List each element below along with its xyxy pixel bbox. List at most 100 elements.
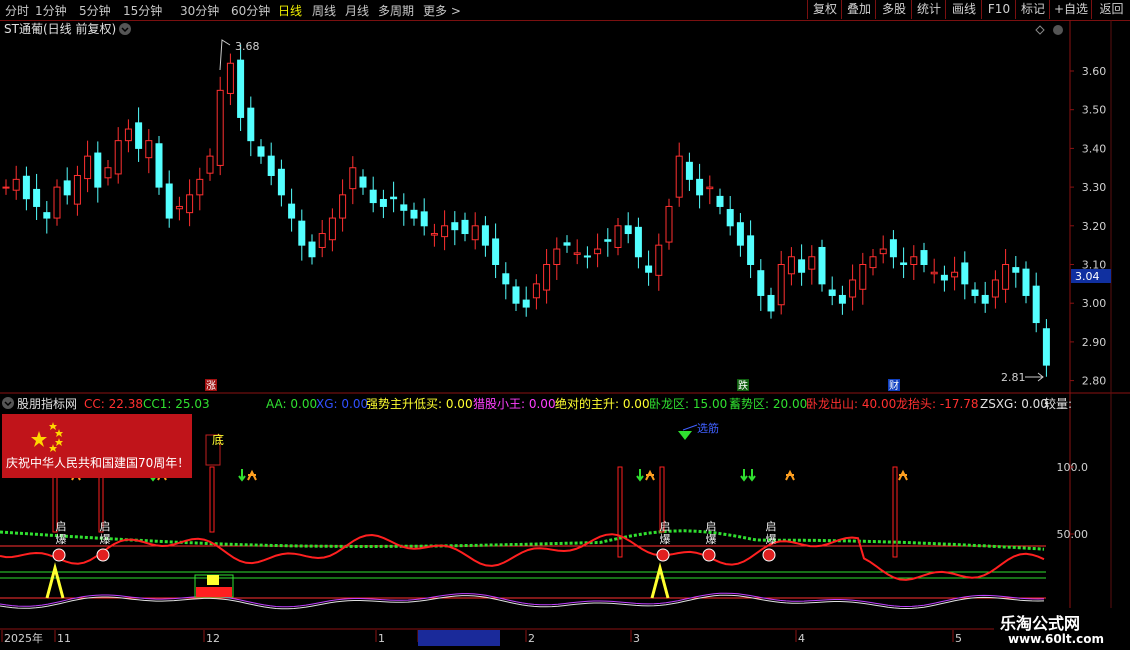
candle-body [349,167,357,190]
bomb-icon [762,548,776,562]
period-tab-active[interactable]: 日线 [278,2,302,19]
candle-body [920,250,928,265]
candle-body [43,212,51,219]
signal-label: 爆 [660,532,671,546]
candle-body [828,289,836,296]
candle-body [104,167,112,179]
candle-body [818,246,826,285]
indicator-value: XG: 0.00 [316,397,368,411]
draw-line-button[interactable]: 画线 [945,0,982,19]
settings-dot-icon[interactable] [1053,25,1063,35]
diamond-icon[interactable] [1035,25,1045,35]
price-tick-label: 3.30 [1082,181,1107,194]
date-label: 3 [633,632,640,645]
candle-body [522,299,530,308]
candle-body [971,289,979,296]
indicator-value: 蓄势区: 20.00 [729,397,807,411]
signal-markers: 启爆启爆启爆启爆启爆 [52,466,908,562]
watermark-line2: www.60lt.com [1008,632,1105,646]
signal-label: 启 [56,520,67,533]
mark-button[interactable]: 标记 [1015,0,1050,19]
restore-rights-button[interactable]: 复权 [807,0,842,19]
add-watchlist-button[interactable]: +自选 [1049,0,1092,19]
candle-body [645,265,653,273]
indicator-name: 股朋指标网 [17,396,77,411]
candle-body [247,107,255,142]
watermark-line1: 乐淘公式网 [1000,614,1081,633]
period-tab[interactable]: 周线 [312,2,336,19]
chart-canvas[interactable]: 3.603.503.403.303.203.103.002.902.80 ST通… [0,20,1130,650]
indicator-value: CC1: 25.03 [143,397,210,411]
low-pointer-icon [1025,372,1044,382]
candle-body [675,155,683,198]
celebration-banner: 庆祝中华人民共和国建国70周年！ [2,414,192,478]
event-marker-down-label: 跌 [738,379,748,392]
candle-body [328,217,336,241]
candle-body [614,225,622,248]
price-axis: 3.603.503.403.303.203.103.002.902.80 [1070,65,1106,388]
signal-bar [209,466,215,533]
candle-body [991,279,999,298]
date-label: 5 [955,632,962,645]
indicator-value: 强势主升低买: 0.00 [366,397,473,411]
indicator-lines [0,529,1046,610]
candle-body [318,233,326,248]
date-label: 4 [798,632,805,645]
candle-body [787,256,795,275]
candlestick-series [2,44,1050,377]
overlay-button[interactable]: 叠加 [841,0,876,19]
high-price-label: 3.68 [235,40,260,53]
candle-body [186,194,194,214]
signal-bar [617,466,623,558]
title-dropdown-icon[interactable] [119,23,131,35]
signal-label: 爆 [706,532,717,546]
period-tab[interactable]: 60分钟 [231,2,270,19]
candle-body [726,209,734,227]
date-axis-highlight[interactable] [418,630,500,646]
candle-body [63,180,71,196]
back-button[interactable]: 返回 [1091,0,1130,19]
green-arrow-icon [238,469,246,482]
period-tab[interactable]: 30分钟 [180,2,219,19]
candle-body [339,194,347,219]
candle-body [73,174,81,205]
candle-body [869,256,877,269]
candle-body [532,283,540,299]
candle-body [379,198,387,207]
green-arrow-icon [636,469,644,482]
candle-body [359,176,367,188]
indicator-menu-icon[interactable] [2,397,14,409]
event-marker-up-label: 涨 [206,380,216,392]
period-tab[interactable]: 15分钟 [123,2,162,19]
period-tab[interactable]: 多周期 [378,2,414,19]
date-label: 11 [57,632,71,645]
green-arrow-icon [740,469,748,482]
banner-text: 庆祝中华人民共和国建国70周年！ [6,456,190,470]
candle-body [716,195,724,207]
candle-body [165,183,173,219]
f10-button[interactable]: F10 [981,0,1016,19]
watermark-logo: 乐淘公式网 www.60lt.com [994,608,1130,650]
candle-body [277,168,285,196]
period-tab[interactable]: 分时 [5,2,29,19]
candle-body [267,155,275,176]
runner-icon [645,469,655,481]
candle-body [298,220,306,246]
candle-body [747,235,755,265]
candle-body [492,238,500,265]
signal-label: 启 [766,520,777,533]
red-block [196,587,232,597]
candle-body [512,286,520,304]
period-tab[interactable]: 月线 [345,2,369,19]
period-tab[interactable]: 1分钟 [35,2,67,19]
candle-body [696,178,704,196]
period-toolbar: 分时 1分钟 5分钟 15分钟 30分钟 60分钟 日线 周线 月线 多周期 更… [0,0,1130,21]
more-periods-button[interactable]: 更多 > [423,2,461,19]
candle-body [808,256,816,270]
multi-stock-button[interactable]: 多股 [875,0,912,19]
statistics-button[interactable]: 统计 [911,0,946,19]
indicator-value: 猎股小王: 0.00 [473,397,556,411]
candle-body [757,270,765,296]
candle-body [471,225,479,241]
period-tab[interactable]: 5分钟 [79,2,111,19]
